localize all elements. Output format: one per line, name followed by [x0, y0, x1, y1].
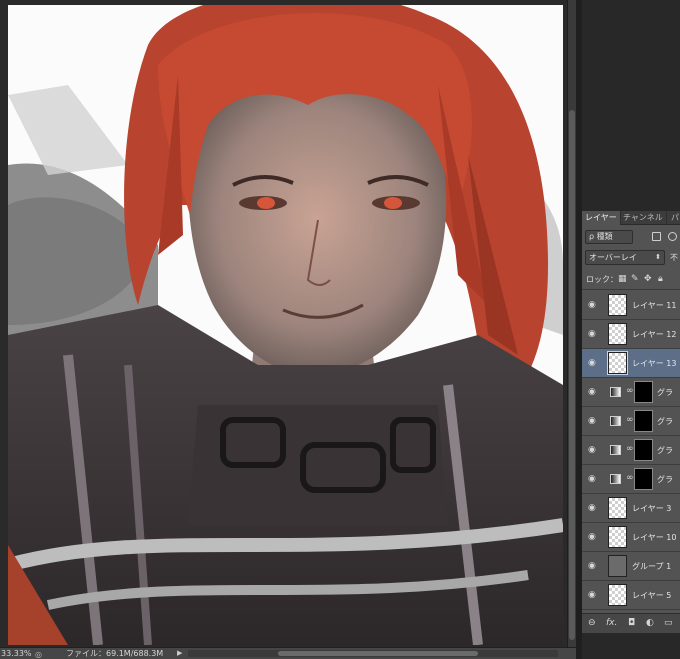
panel-empty-area	[582, 0, 680, 211]
eye-icon[interactable]: ◉	[588, 590, 598, 600]
layer-mask-thumbnail[interactable]	[634, 410, 653, 432]
filter-adjustment-icon[interactable]	[668, 232, 677, 241]
blend-mode-select[interactable]: オーバーレイ ⬍	[585, 250, 665, 265]
add-mask-icon[interactable]: ◘	[628, 618, 635, 629]
lock-paint-icon[interactable]: ✎	[631, 274, 639, 284]
lock-all-icon[interactable]: 🔒︎	[658, 274, 663, 284]
eye-icon[interactable]: ◉	[588, 358, 598, 368]
layer-name[interactable]: レイヤー 10	[632, 532, 676, 543]
layer-name[interactable]: グラ	[657, 445, 673, 456]
chevron-down-icon: ⬍	[655, 253, 661, 261]
filter-kind-label: ρ 種類	[589, 232, 613, 241]
blend-mode-label: オーバーレイ	[589, 253, 637, 262]
panel-bottom-area	[582, 633, 680, 659]
layer-mask-thumbnail[interactable]	[634, 381, 653, 403]
status-bar: 33.33% ◎ ファイル：69.1M/688.3M ▶	[0, 647, 576, 659]
link-icon[interactable]: ∞	[626, 415, 634, 425]
folder-icon[interactable]: ▭	[664, 618, 673, 629]
tab-layers[interactable]: レイヤー	[582, 211, 621, 225]
lock-transparency-icon[interactable]: ▦	[618, 274, 627, 284]
document-canvas[interactable]	[0, 0, 567, 647]
layer-row-gradient[interactable]: ◉ ∞ グラ	[582, 436, 680, 465]
layer-row-3[interactable]: ◉ レイヤー 3	[582, 494, 680, 523]
status-menu-arrow[interactable]: ▶	[177, 648, 182, 659]
tab-paths[interactable]: パ	[668, 211, 680, 225]
layer-row-10[interactable]: ◉ レイヤー 10	[582, 523, 680, 552]
eye-icon[interactable]: ◉	[588, 445, 598, 455]
eye-icon[interactable]: ◉	[588, 474, 598, 484]
file-size-info: ファイル：69.1M/688.3M	[66, 649, 164, 658]
layers-panel-toolbar: ⊖ fx. ◘ ◐ ▭	[582, 613, 680, 633]
layer-thumbnail[interactable]	[608, 497, 627, 519]
layer-row-11[interactable]: ◉ レイヤー 11	[582, 291, 680, 320]
lock-position-icon[interactable]: ✥	[644, 274, 652, 284]
gradient-map-icon[interactable]	[610, 445, 621, 455]
lock-label: ロック：	[586, 275, 618, 284]
layer-thumbnail[interactable]	[608, 294, 627, 316]
layer-name[interactable]: グラ	[657, 387, 673, 398]
layer-name[interactable]: レイヤー 12	[632, 329, 676, 340]
photoshop-window: 33.33% ◎ ファイル：69.1M/688.3M ▶ レイヤー チャンネル …	[0, 0, 680, 659]
gradient-map-icon[interactable]	[610, 387, 621, 397]
layer-mask-thumbnail[interactable]	[634, 439, 653, 461]
tab-channels[interactable]: チャンネル	[620, 211, 667, 225]
layer-list: ◉ レイヤー 11 ◉ レイヤー 12 ◉ レイヤー 13 ◉ ∞ グラ ◉ ∞…	[582, 291, 680, 613]
layer-name[interactable]: レイヤー 3	[632, 503, 671, 514]
opacity-label: 不	[670, 253, 678, 262]
panel-tabs: レイヤー チャンネル パ	[582, 211, 680, 225]
eye-icon[interactable]: ◉	[588, 416, 598, 426]
link-icon[interactable]: ∞	[626, 386, 634, 396]
layer-row-group-1[interactable]: ◉ グループ 1	[582, 552, 680, 581]
group-thumbnail[interactable]	[608, 555, 627, 577]
layer-mask-thumbnail[interactable]	[634, 468, 653, 490]
layer-thumbnail[interactable]	[608, 584, 627, 606]
layer-row-gradient[interactable]: ◉ ∞ グラ	[582, 407, 680, 436]
link-icon[interactable]: ∞	[626, 473, 634, 483]
layer-name[interactable]: レイヤー 11	[632, 300, 676, 311]
gradient-map-icon[interactable]	[610, 474, 621, 484]
zoom-level[interactable]: 33.33%	[1, 648, 35, 659]
layers-panel: レイヤー チャンネル パ ρ 種類 オーバーレイ ⬍ 不 ロック： ▦ ✎ ✥ …	[582, 0, 680, 659]
status-info-icon: ◎	[35, 650, 42, 659]
eye-icon[interactable]: ◉	[588, 300, 598, 310]
portrait-illustration	[8, 5, 563, 645]
layer-name[interactable]: レイヤー 5	[632, 590, 671, 601]
layer-thumbnail[interactable]	[608, 526, 627, 548]
link-layers-icon[interactable]: ⊖	[588, 618, 596, 629]
gradient-map-icon[interactable]	[610, 416, 621, 426]
vertical-scroll-thumb[interactable]	[569, 110, 575, 640]
canvas-horizontal-scrollbar[interactable]	[188, 650, 558, 657]
layer-name[interactable]: レイヤー 13	[632, 358, 676, 369]
layer-name[interactable]: グループ 1	[632, 561, 671, 572]
eye-icon[interactable]: ◉	[588, 329, 598, 339]
layer-filter-row: ρ 種類	[582, 226, 680, 248]
fx-icon[interactable]: fx.	[606, 618, 617, 629]
adjustment-layer-icon[interactable]: ◐	[646, 618, 654, 629]
layer-row-13-selected[interactable]: ◉ レイヤー 13	[582, 349, 680, 378]
link-icon[interactable]: ∞	[626, 444, 634, 454]
layer-name[interactable]: グラ	[657, 474, 673, 485]
filter-pixel-icon[interactable]	[652, 232, 661, 241]
filter-kind-select[interactable]: ρ 種類	[585, 230, 633, 244]
blend-row: オーバーレイ ⬍ 不	[582, 248, 680, 268]
eye-icon[interactable]: ◉	[588, 387, 598, 397]
layer-thumbnail[interactable]	[607, 351, 628, 375]
canvas-vertical-scrollbar[interactable]	[567, 0, 576, 647]
lock-row: ロック： ▦ ✎ ✥ 🔒︎	[582, 268, 680, 290]
eye-icon[interactable]: ◉	[588, 561, 598, 571]
layer-row-12[interactable]: ◉ レイヤー 12	[582, 320, 680, 349]
artwork-painting[interactable]	[8, 5, 563, 645]
layer-thumbnail[interactable]	[608, 323, 627, 345]
eye-icon[interactable]: ◉	[588, 503, 598, 513]
layer-name[interactable]: グラ	[657, 416, 673, 427]
eye-icon[interactable]: ◉	[588, 532, 598, 542]
layer-row-gradient[interactable]: ◉ ∞ グラ	[582, 465, 680, 494]
layer-row-5[interactable]: ◉ レイヤー 5	[582, 581, 680, 610]
horizontal-scroll-thumb[interactable]	[278, 651, 478, 656]
layer-row-gradient[interactable]: ◉ ∞ グラ	[582, 378, 680, 407]
